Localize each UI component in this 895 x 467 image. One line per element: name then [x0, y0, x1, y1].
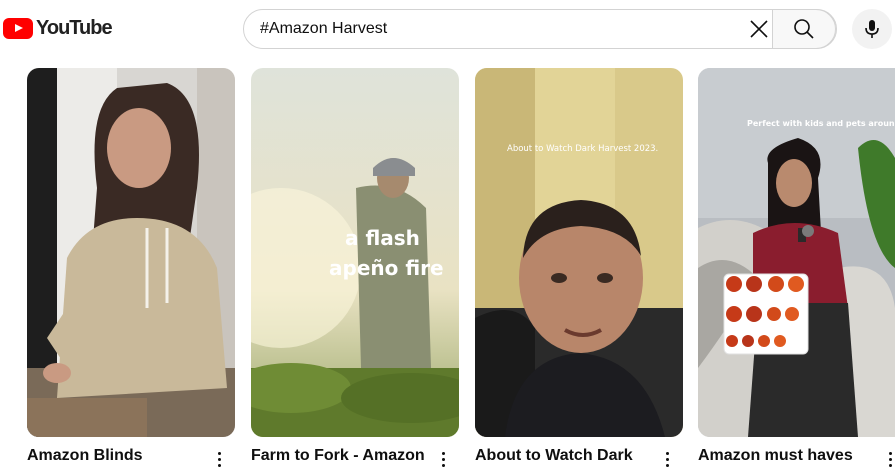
short-thumbnail[interactable]: Perfect with kids and pets around [698, 68, 895, 437]
short-thumbnail[interactable]: a flash apeño fire [251, 68, 459, 437]
masthead: YouTube [0, 0, 895, 56]
search-input[interactable] [244, 10, 729, 48]
short-thumbnail[interactable]: About to Watch Dark Harvest 2023. [475, 68, 683, 437]
thumbnail-image-woman-installing-blinds [27, 68, 235, 437]
youtube-logo[interactable]: YouTube [3, 15, 113, 41]
voice-search-button[interactable] [852, 9, 892, 49]
short-title[interactable]: Farm to Fork - Amazon [251, 446, 425, 466]
clear-search-button[interactable] [744, 14, 774, 44]
logo-text: YouTube [36, 16, 113, 39]
short-item[interactable]: Perfect with kids and pets around Amazon… [698, 68, 895, 467]
thumbnail-image-farmer-in-field [251, 68, 459, 437]
short-item[interactable]: Amazon Blinds [27, 68, 235, 467]
search-box [243, 9, 837, 49]
shorts-shelf: Amazon Blinds a flash apeño fire Farm to… [0, 68, 895, 467]
short-item[interactable]: a flash apeño fire Farm to Fork - Amazon [251, 68, 459, 467]
youtube-play-icon [3, 17, 33, 39]
short-title-row: About to Watch Dark [475, 446, 683, 467]
video-overlay-caption: About to Watch Dark Harvest 2023. [507, 144, 659, 154]
more-actions-button[interactable] [882, 449, 895, 467]
short-title-row: Amazon must haves [698, 446, 895, 467]
video-overlay-caption: Perfect with kids and pets around [747, 119, 895, 128]
more-actions-button[interactable] [435, 449, 451, 467]
more-actions-button[interactable] [211, 449, 227, 467]
short-item[interactable]: About to Watch Dark Harvest 2023. About … [475, 68, 683, 467]
more-actions-button[interactable] [659, 449, 675, 467]
thumbnail-image-man-selfie [475, 68, 683, 437]
search-icon [794, 19, 814, 39]
close-icon [750, 20, 768, 38]
short-thumbnail[interactable] [27, 68, 235, 437]
video-overlay-caption: apeño fire [329, 256, 444, 280]
short-title-row: Amazon Blinds [27, 446, 235, 467]
short-title[interactable]: Amazon must haves [698, 446, 853, 466]
short-title[interactable]: Amazon Blinds [27, 446, 143, 466]
short-title[interactable]: About to Watch Dark [475, 446, 633, 466]
video-overlay-caption: a flash [345, 226, 420, 250]
short-title-row: Farm to Fork - Amazon [251, 446, 459, 467]
search-button[interactable] [772, 9, 836, 49]
microphone-icon [865, 20, 879, 38]
